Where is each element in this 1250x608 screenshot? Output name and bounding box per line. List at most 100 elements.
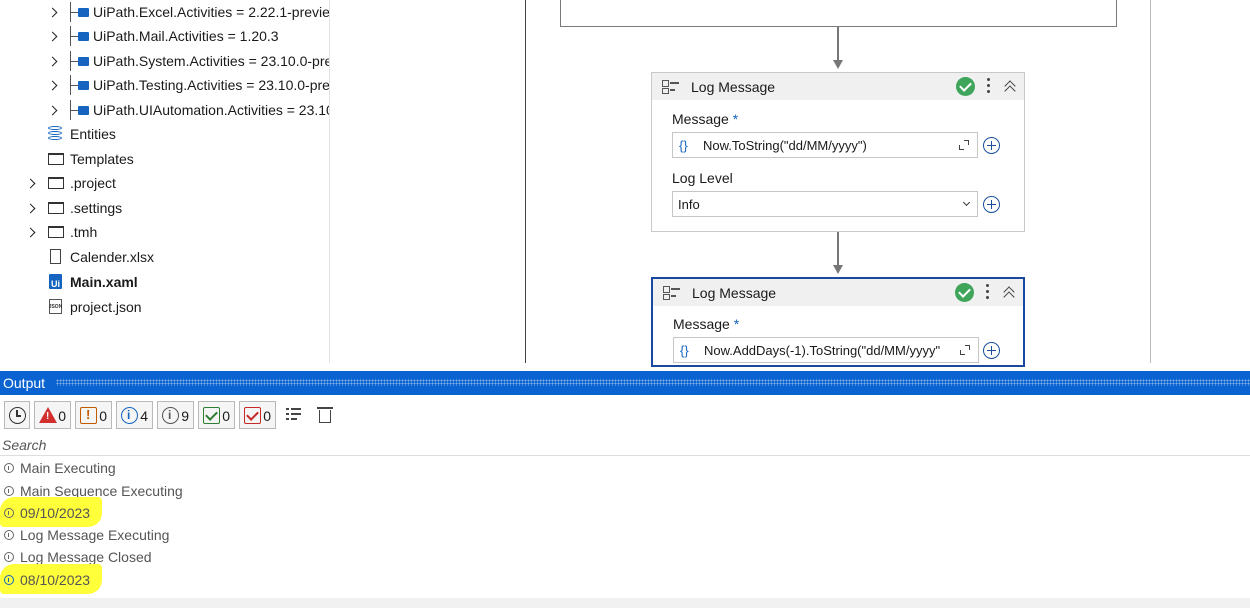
chevron-right-icon[interactable] (27, 225, 37, 239)
canvas-border-left (525, 0, 527, 363)
message-expression-field[interactable]: {} Now.AddDays(-1).ToString("dd/MM/yyyy" (673, 337, 979, 363)
chevron-right-icon[interactable] (27, 176, 37, 190)
tree-item-folder-project[interactable]: .project (0, 171, 329, 195)
chevron-down-icon[interactable] (962, 198, 971, 207)
output-panel: Output 0 0 4 9 0 0 (0, 371, 1250, 608)
sort-list-icon[interactable] (285, 406, 303, 424)
tree-item-package[interactable]: UiPath.Mail.Activities = 1.20.3 (0, 24, 329, 48)
folder-icon (48, 202, 64, 214)
search-input[interactable] (0, 435, 1250, 455)
collapse-icon[interactable] (1004, 79, 1016, 93)
chevron-right-icon[interactable] (49, 54, 59, 68)
message-label-text: Message (673, 316, 730, 332)
tree-item-label: .project (70, 175, 116, 191)
activity-header[interactable]: Log Message (652, 73, 1024, 100)
failed-filter-button[interactable]: 0 (239, 401, 276, 429)
tree-item-package[interactable]: UiPath.System.Activities = 23.10.0-previ… (0, 49, 330, 73)
tree-item-label: Templates (70, 151, 134, 167)
required-marker: * (732, 111, 739, 127)
top-area: UiPath.Excel.Activities = 2.22.1-preview… (0, 0, 1250, 367)
activity-title: Log Message (692, 285, 777, 301)
message-label-text: Message (672, 111, 729, 127)
info-filter-button[interactable]: 4 (116, 401, 153, 429)
chevron-right-icon[interactable] (49, 5, 59, 19)
chevron-right-icon[interactable] (49, 103, 59, 117)
log-text: 09/10/2023 (20, 505, 91, 521)
log-text: Main Executing (20, 460, 116, 476)
package-icon (78, 32, 89, 41)
expand-editor-icon[interactable] (960, 345, 970, 355)
chevron-right-icon[interactable] (49, 78, 59, 92)
add-plus-icon[interactable] (983, 196, 1000, 213)
tree-item-label: Main.xaml (70, 274, 138, 290)
tree-item-folder-settings[interactable]: .settings (0, 196, 329, 220)
connector-arrow (837, 232, 839, 266)
expand-editor-icon[interactable] (959, 140, 969, 150)
log-message-activity[interactable]: Log Message Message * {} Now.ToString("d… (651, 72, 1025, 232)
output-search[interactable] (0, 435, 1250, 456)
log-message-activity-selected[interactable]: Log Message Message * {} Now.AddDays(-1)… (651, 277, 1025, 367)
trace-filter-button[interactable]: 9 (157, 401, 194, 429)
log-text: Log Message Executing (20, 527, 170, 543)
tree-item-folder-tmh[interactable]: .tmh (0, 220, 329, 244)
trace-icon (4, 530, 14, 540)
tree-item-templates[interactable]: Templates (0, 147, 329, 171)
trash-icon[interactable] (317, 407, 333, 423)
file-icon (50, 249, 61, 264)
log-entry[interactable]: Log Message Executing (0, 524, 1250, 546)
more-options-icon[interactable] (986, 283, 990, 301)
tree-item-label: UiPath.System.Activities = 23.10.0-previ… (93, 53, 330, 69)
expression-brace-icon: {} (679, 137, 688, 153)
json-file-icon: JSON (49, 299, 62, 314)
add-plus-icon[interactable] (983, 137, 1000, 154)
output-title-bar[interactable]: Output (0, 371, 1250, 395)
log-entry-highlighted[interactable]: 08/10/2023 (0, 564, 1250, 594)
success-filter-button[interactable]: 0 (198, 401, 235, 429)
warnings-filter-button[interactable]: 0 (75, 401, 112, 429)
output-toolbar: 0 0 4 9 0 0 (0, 401, 1250, 429)
more-options-icon[interactable] (987, 77, 991, 95)
chevron-right-icon[interactable] (49, 29, 59, 43)
message-expression-field[interactable]: {} Now.ToString("dd/MM/yyyy") (672, 132, 978, 158)
trace-count: 9 (181, 408, 189, 424)
project-tree: UiPath.Excel.Activities = 2.22.1-preview… (0, 0, 330, 363)
errors-filter-button[interactable]: 0 (34, 401, 71, 429)
message-label: Message * (673, 316, 739, 332)
trace-icon (4, 508, 14, 518)
tree-item-label: .tmh (70, 224, 98, 240)
package-icon (78, 57, 89, 66)
tree-item-calender[interactable]: Calender.xlsx (0, 245, 329, 269)
tree-item-label: Entities (70, 126, 116, 142)
tree-item-package[interactable]: UiPath.Excel.Activities = 2.22.1-preview (0, 0, 329, 24)
error-triangle-icon (39, 407, 57, 423)
tree-item-project-json[interactable]: JSON project.json (0, 295, 329, 319)
folder-icon (48, 226, 64, 238)
tree-item-main[interactable]: Ui Main.xaml (0, 270, 329, 294)
output-title: Output (3, 375, 46, 391)
collapse-icon[interactable] (1003, 285, 1015, 299)
activity-header[interactable]: Log Message (653, 279, 1023, 306)
log-entry-highlighted[interactable]: 09/10/2023 (0, 497, 1250, 527)
log-entry[interactable]: Main Sequence Executing (0, 480, 1250, 502)
panel-grip[interactable] (56, 379, 1250, 386)
chevron-right-icon[interactable] (27, 201, 37, 215)
log-message-icon (662, 79, 680, 94)
log-level-select[interactable]: Info (672, 191, 978, 217)
check-circle-icon (955, 283, 974, 302)
tree-item-entities[interactable]: Entities (0, 122, 329, 146)
log-entry[interactable]: Log Message Closed (0, 546, 1250, 568)
check-success-icon (203, 407, 220, 424)
success-count: 0 (222, 408, 230, 424)
tree-item-package[interactable]: UiPath.UIAutomation.Activities = 23.10.0 (0, 98, 329, 122)
warning-icon (80, 407, 97, 424)
info-icon (4, 575, 14, 585)
timestamps-toggle-button[interactable] (4, 401, 30, 429)
add-plus-icon[interactable] (983, 342, 1000, 359)
trace-icon (4, 486, 14, 496)
log-message-icon (663, 285, 681, 300)
activity-title: Log Message (691, 79, 776, 95)
log-text: 08/10/2023 (20, 572, 91, 588)
tree-item-package[interactable]: UiPath.Testing.Activities = 23.10.0-prev… (0, 73, 329, 97)
message-expression-value: Now.AddDays(-1).ToString("dd/MM/yyyy" (704, 343, 941, 358)
log-entry[interactable]: Main Executing (0, 457, 1250, 479)
